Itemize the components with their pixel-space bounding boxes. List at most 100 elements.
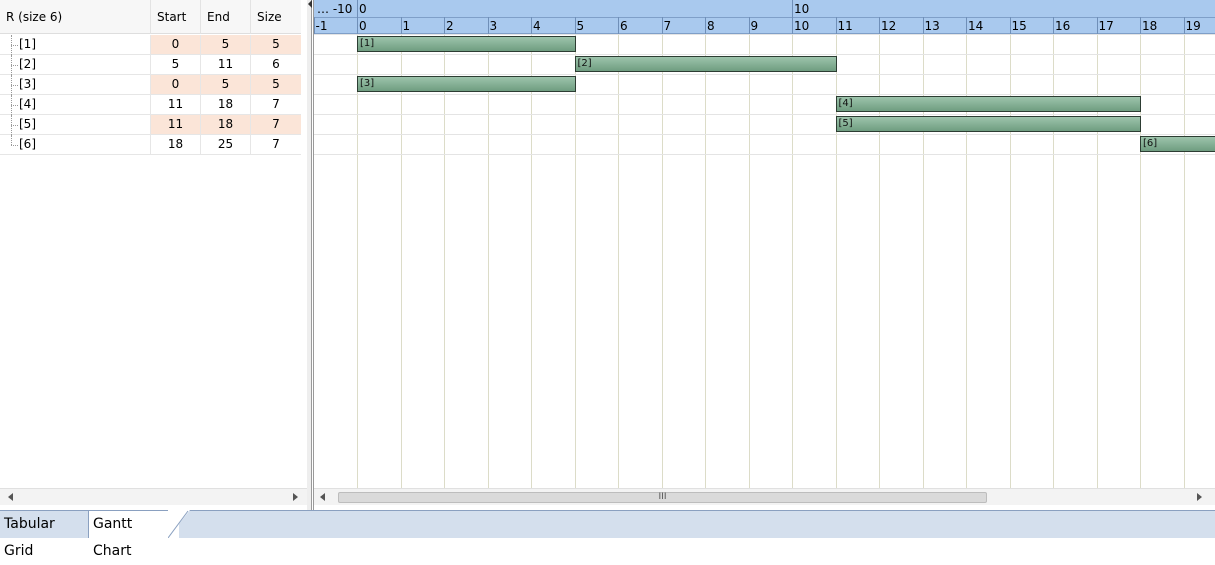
minor-scale-divider — [1140, 17, 1141, 34]
minor-scale-divider — [661, 17, 663, 34]
minor-scale-divider — [574, 17, 576, 34]
tree-connector — [11, 145, 18, 146]
gantt-bar[interactable]: [5] — [835, 116, 1141, 132]
cell-size[interactable]: 7 — [250, 115, 301, 134]
gantt-chart-pane: [1] [2] [3] [4] [5] [6] III … -10 0 10 -1 0 1 2 3 4 5 6… — [313, 0, 1215, 510]
table-row[interactable]: [3] 0 5 5 — [0, 75, 301, 95]
cell-start[interactable]: 0 — [150, 75, 200, 94]
pane-splitter[interactable] — [307, 0, 312, 510]
cell-size[interactable]: 5 — [250, 35, 301, 54]
row-gridline — [314, 114, 1215, 115]
minor-scale-label: 8 — [707, 19, 715, 33]
time-gridline — [400, 34, 402, 488]
cell-end[interactable]: 5 — [200, 35, 250, 54]
minor-scale-divider — [922, 17, 924, 34]
gantt-bar[interactable]: [6] — [1140, 136, 1215, 152]
minor-scale-label: 5 — [576, 19, 585, 33]
minor-scale-label: 3 — [489, 19, 498, 33]
cell-size[interactable]: 7 — [250, 95, 301, 114]
column-header-r[interactable]: R (size 6) — [0, 0, 150, 34]
time-gridline — [357, 34, 358, 488]
minor-scale-label: 12 — [881, 19, 897, 33]
row-gridline — [314, 94, 1215, 95]
cell-start[interactable]: 11 — [150, 115, 200, 134]
cell-size[interactable]: 6 — [250, 55, 301, 74]
row-label[interactable]: [3] — [19, 75, 36, 94]
time-gridline — [487, 34, 489, 488]
minor-scale-label: 18 — [1142, 19, 1158, 33]
scroll-left-icon[interactable] — [8, 493, 13, 501]
cell-end[interactable]: 18 — [200, 95, 250, 114]
minor-scale-label: 2 — [446, 19, 454, 33]
minor-scale-divider — [879, 17, 880, 34]
table-row[interactable]: [6] 18 25 7 — [0, 135, 301, 155]
tree-connector — [11, 65, 18, 66]
row-label[interactable]: [4] — [19, 95, 36, 114]
column-header-start[interactable]: Start — [150, 0, 200, 34]
row-label[interactable]: [6] — [19, 135, 36, 154]
column-header-size[interactable]: Size — [250, 0, 301, 34]
time-gridline — [1183, 34, 1185, 488]
table-row[interactable]: [2] 5 11 6 — [0, 55, 301, 75]
table-row[interactable]: [5] 11 18 7 — [0, 115, 301, 135]
scroll-right-icon[interactable] — [1197, 493, 1202, 501]
cell-start[interactable]: 0 — [150, 35, 200, 54]
scroll-thumb-grip: III — [658, 492, 667, 502]
grid-horizontal-scrollbar[interactable] — [0, 488, 307, 505]
minor-scale-label: 17 — [1098, 19, 1114, 33]
row-label[interactable]: [5] — [19, 115, 36, 134]
gantt-horizontal-scrollbar[interactable]: III — [314, 488, 1215, 505]
column-header-end[interactable]: End — [200, 0, 250, 34]
cell-start[interactable]: 11 — [150, 95, 200, 114]
tree-connector — [11, 85, 18, 86]
cell-size[interactable]: 7 — [250, 135, 301, 154]
minor-scale-divider — [792, 17, 793, 34]
major-time-scale — [314, 0, 1215, 17]
tab-gantt-chart[interactable]: Gantt Chart — [88, 511, 179, 559]
minor-scale-label: 13 — [924, 19, 940, 33]
minor-scale-divider — [748, 17, 750, 34]
cell-end[interactable]: 5 — [200, 75, 250, 94]
cell-start[interactable]: 18 — [150, 135, 200, 154]
gantt-bar[interactable]: [2] — [574, 56, 837, 72]
row-label[interactable]: [1] — [19, 35, 36, 54]
tree-connector — [11, 125, 18, 126]
minor-scale-divider — [357, 17, 358, 34]
table-row[interactable]: [1] 0 5 5 — [0, 35, 301, 55]
minor-scale-divider — [1183, 17, 1185, 34]
tree-connector — [11, 135, 12, 145]
minor-scale-divider — [314, 17, 315, 34]
time-gridline — [444, 34, 445, 488]
cell-end[interactable]: 25 — [200, 135, 250, 154]
minor-scale-divider — [400, 17, 402, 34]
minor-scale-label: -1 — [315, 19, 328, 33]
time-gridline — [748, 34, 750, 488]
tree-grid-pane: R (size 6) Start End Size [1] 0 5 5 [2] 5 11 6[… — [0, 0, 308, 510]
gantt-bar[interactable]: [1] — [357, 36, 576, 52]
row-gridline — [314, 134, 1215, 135]
scroll-left-icon[interactable] — [320, 493, 325, 501]
time-gridline — [574, 34, 576, 488]
collapse-arrow-icon[interactable] — [308, 0, 312, 8]
scroll-thumb[interactable]: III — [338, 492, 987, 503]
cell-end[interactable]: 18 — [200, 115, 250, 134]
tree-connector — [11, 105, 18, 106]
major-scale-label: 0 — [359, 2, 367, 16]
tab-tabular-grid[interactable]: Tabular Grid — [0, 511, 90, 559]
scroll-right-icon[interactable] — [293, 493, 298, 501]
cell-end[interactable]: 11 — [200, 55, 250, 74]
minor-scale-label: 19 — [1185, 19, 1201, 33]
minor-scale-divider — [487, 17, 489, 34]
gantt-bar[interactable]: [3] — [357, 76, 576, 92]
row-gridline — [314, 34, 1215, 35]
minor-scale-label: 11 — [837, 19, 853, 33]
cell-start[interactable]: 5 — [150, 55, 200, 74]
major-scale-divider — [792, 0, 793, 17]
row-label[interactable]: [2] — [19, 55, 36, 74]
gantt-bar[interactable]: [4] — [835, 96, 1141, 112]
minor-scale-divider — [618, 17, 619, 34]
table-row[interactable]: [4] 11 18 7 — [0, 95, 301, 115]
time-gridline — [531, 34, 532, 488]
minor-scale-divider — [705, 17, 706, 34]
cell-size[interactable]: 5 — [250, 75, 301, 94]
